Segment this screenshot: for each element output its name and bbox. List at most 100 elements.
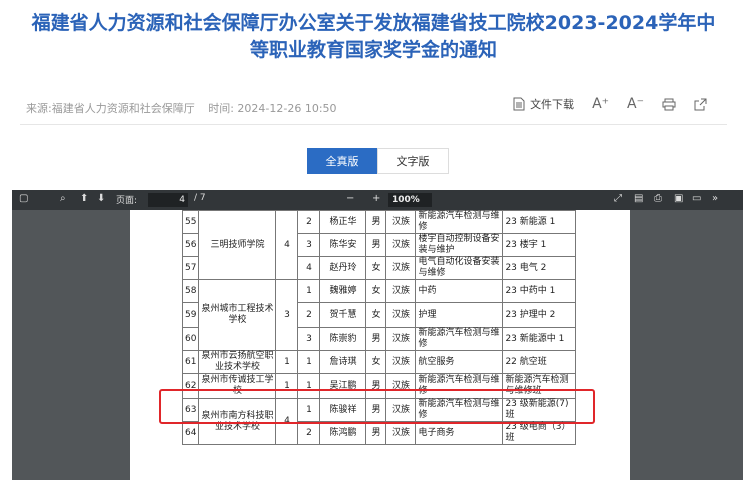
cell-count: 1: [275, 350, 299, 374]
cell-no: 60: [181, 327, 200, 351]
cell-major: 电气自动化设备安装与维修: [415, 256, 504, 280]
cell-nation: 汉族: [385, 210, 417, 234]
cell-name: 赵丹玲: [319, 256, 367, 280]
article-time: 时间: 2024-12-26 10:50: [208, 102, 337, 115]
cell-sex: 男: [365, 210, 387, 234]
cell-name: 魏雅婷: [319, 279, 367, 303]
zoom-out-icon[interactable]: −: [346, 193, 354, 204]
cell-cls: 22 航空班: [502, 350, 577, 374]
cell-nation: 汉族: [385, 327, 417, 351]
sidebar-toggle-icon[interactable]: ▢: [19, 193, 28, 204]
cell-sex: 女: [365, 350, 387, 374]
cell-school: 三明技师学院: [198, 210, 277, 280]
cell-nation: 汉族: [385, 421, 417, 445]
download-label: 文件下载: [530, 98, 575, 111]
pdf-page: 55 三明技师学院 4 2 杨正华男汉族 新能源汽车检测与维修 23 新能源 1 56 3 陈华安…: [130, 210, 630, 480]
share-icon: [694, 98, 707, 110]
document-icon: [513, 97, 525, 111]
cell-major: 护理: [415, 302, 504, 328]
view-tabs: 全真版 文字版: [307, 148, 449, 174]
cell-major: 新能源汽车检测与维修: [415, 327, 504, 351]
cell-nation: 汉族: [385, 256, 417, 280]
cell-major: 新能源汽车检测与维修: [415, 210, 504, 234]
cell-nation: 汉族: [385, 279, 417, 303]
zoom-in-icon[interactable]: +: [372, 193, 380, 204]
open-file-icon[interactable]: ▤: [634, 193, 643, 204]
cell-cls: 23 中药中 1: [502, 279, 577, 303]
cell-no: 64: [181, 421, 200, 445]
cell-no: 61: [181, 350, 200, 374]
cell-nation: 汉族: [385, 350, 417, 374]
cell-cls: 23 护理中 2: [502, 302, 577, 328]
article-meta: 来源:福建省人力资源和社会保障厅 时间: 2024-12-26 10:50: [26, 100, 347, 116]
pdf-viewer: ▢ ⌕ ⬆ ⬇ 页面: 4 / 7 − + 100% ⤢ ▤ ⎙ ▣ ▭ » 5…: [12, 190, 743, 480]
download-button[interactable]: 文件下载: [513, 96, 574, 112]
cell-idx: 3: [297, 327, 321, 351]
search-icon[interactable]: ⌕: [60, 193, 66, 204]
cell-idx: 3: [297, 233, 321, 257]
cell-name: 杨正华: [319, 210, 367, 234]
cell-idx: 2: [297, 302, 321, 328]
cell-count: 4: [275, 210, 299, 280]
cell-name: 陈崇豹: [319, 327, 367, 351]
divider: [20, 124, 727, 125]
page-up-icon[interactable]: ⬆: [80, 193, 88, 204]
bookmark-icon[interactable]: ▭: [692, 193, 701, 204]
cell-sex: 女: [365, 256, 387, 280]
cell-nation: 汉族: [385, 233, 417, 257]
cell-school: 泉州市云扬航空职业技术学校: [198, 350, 277, 374]
article-title: 福建省人力资源和社会保障厅办公室关于发放福建省技工院校2023-2024学年中 …: [0, 10, 747, 64]
cell-cls: 23 新能源 1: [502, 210, 577, 234]
cell-major: 电子商务: [415, 421, 504, 445]
tab-text[interactable]: 文字版: [377, 148, 449, 174]
pdf-toolbar: ▢ ⌕ ⬆ ⬇ 页面: 4 / 7 − + 100% ⤢ ▤ ⎙ ▣ ▭ »: [12, 190, 743, 210]
cell-idx: 2: [297, 421, 321, 445]
fullscreen-icon[interactable]: ⤢: [614, 193, 622, 204]
cell-idx: 1: [297, 350, 321, 374]
cell-cls: 23 级电商（3）班: [502, 421, 577, 445]
article-title-line1: 福建省人力资源和社会保障厅办公室关于发放福建省技工院校2023-2024学年中: [31, 12, 716, 34]
page-total: / 7: [194, 193, 206, 203]
cell-major: 中药: [415, 279, 504, 303]
print-button[interactable]: [662, 98, 676, 111]
cell-sex: 女: [365, 302, 387, 328]
cell-no: 55: [181, 210, 200, 234]
cell-cls: 23 电气 2: [502, 256, 577, 280]
save-icon[interactable]: ▣: [674, 193, 683, 204]
cell-no: 57: [181, 256, 200, 280]
print-icon[interactable]: ⎙: [654, 193, 662, 204]
page-down-icon[interactable]: ⬇: [97, 193, 105, 204]
cell-nation: 汉族: [385, 302, 417, 328]
highlight-box: [159, 389, 595, 424]
cell-major: 楼宇自动控制设备安装与维护: [415, 233, 504, 257]
table-row: 61 泉州市云扬航空职业技术学校 1 1 詹诗琪女汉族 航空服务 22 航空班: [181, 350, 577, 374]
cell-sex: 男: [365, 327, 387, 351]
tab-original[interactable]: 全真版: [307, 148, 377, 174]
cell-sex: 男: [365, 421, 387, 445]
tools-menu-icon[interactable]: »: [712, 193, 718, 204]
cell-name: 陈鸿鹏: [319, 421, 367, 445]
cell-sex: 男: [365, 233, 387, 257]
cell-idx: 1: [297, 279, 321, 303]
article-source: 来源:福建省人力资源和社会保障厅: [26, 102, 195, 115]
cell-name: 陈华安: [319, 233, 367, 257]
article-title-line2: 等职业教育国家奖学金的通知: [249, 39, 497, 61]
cell-count: 3: [275, 279, 299, 351]
share-button[interactable]: [694, 98, 707, 111]
cell-no: 58: [181, 279, 200, 303]
page-number-input[interactable]: 4: [148, 193, 188, 207]
article-tools: 文件下载 A⁺ A⁻: [495, 96, 707, 112]
cell-no: 59: [181, 302, 200, 328]
cell-no: 56: [181, 233, 200, 257]
cell-school: 泉州城市工程技术学校: [198, 279, 277, 351]
cell-sex: 女: [365, 279, 387, 303]
printer-icon: [662, 98, 676, 110]
cell-idx: 2: [297, 210, 321, 234]
table-row: 55 三明技师学院 4 2 杨正华男汉族 新能源汽车检测与维修 23 新能源 1: [181, 210, 577, 280]
font-decrease-button[interactable]: A⁻: [627, 96, 644, 112]
cell-cls: 23 新能源中 1: [502, 327, 577, 351]
table-row: 58 泉州城市工程技术学校 3 1 魏雅婷女汉族 中药 23 中药中 1: [181, 279, 577, 351]
font-increase-button[interactable]: A⁺: [592, 96, 609, 112]
cell-idx: 4: [297, 256, 321, 280]
zoom-select[interactable]: 100%: [388, 193, 432, 207]
